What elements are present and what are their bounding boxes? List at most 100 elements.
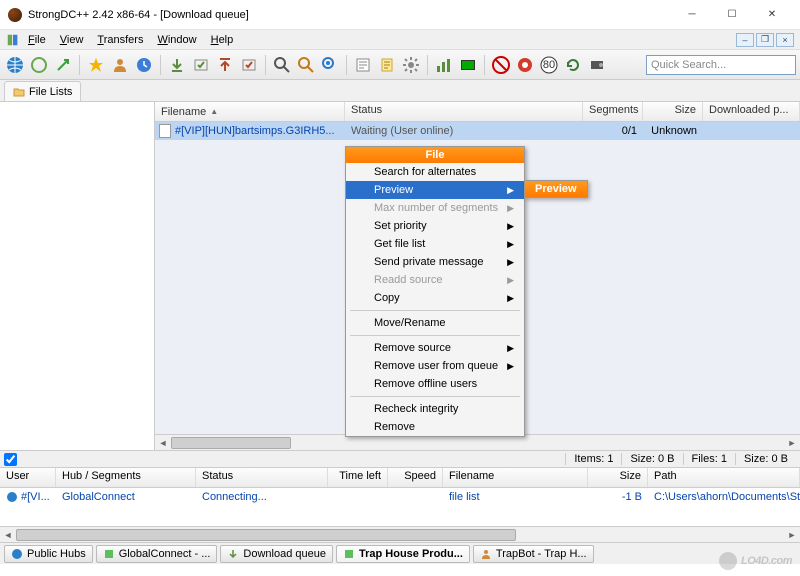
cm-recheck[interactable]: Recheck integrity [346, 400, 524, 418]
col-filename[interactable]: Filename▲ [155, 102, 345, 121]
toolbar-users-icon[interactable] [109, 54, 131, 76]
tabs-row: File Lists [0, 80, 800, 102]
svg-text:80: 80 [543, 59, 555, 71]
toolbar-searchspy-icon[interactable] [319, 54, 341, 76]
tcol-filename[interactable]: Filename [443, 468, 588, 487]
chevron-right-icon: ▶ [507, 203, 514, 214]
menu-help[interactable]: Help [211, 34, 234, 46]
toolbar-netstats-icon[interactable] [433, 54, 455, 76]
col-status[interactable]: Status [345, 102, 583, 121]
transfer-filename: file list [443, 491, 588, 503]
wtab-public-hubs[interactable]: Public Hubs [4, 545, 93, 563]
transfer-row[interactable]: #[VI... GlobalConnect Connecting... file… [0, 488, 800, 506]
cm-remove-offline[interactable]: Remove offline users [346, 375, 524, 393]
transfer-hub: GlobalConnect [56, 491, 196, 503]
toolbar-adlsearch-icon[interactable] [295, 54, 317, 76]
tcol-user[interactable]: User [0, 468, 56, 487]
status-checkbox[interactable] [4, 453, 17, 466]
cm-remove-user[interactable]: Remove user from queue▶ [346, 357, 524, 375]
menubar: FFileile View Transfers Window Help – ❐ … [0, 30, 800, 50]
menu-transfers[interactable]: Transfers [97, 34, 143, 46]
app-icon [8, 8, 22, 22]
scroll-right-icon[interactable]: ► [784, 438, 800, 448]
maximize-button[interactable]: ☐ [712, 1, 752, 29]
toolbar-shutdown-icon[interactable] [514, 54, 536, 76]
transfer-path: C:\Users\ahorn\Documents\Stro... [648, 491, 800, 503]
toolbar-upload-queue-icon[interactable] [214, 54, 236, 76]
col-size[interactable]: Size [643, 102, 703, 121]
submenu-title: Preview [525, 181, 587, 197]
toolbar-queue-icon[interactable] [166, 54, 188, 76]
toolbar-finished-dl-icon[interactable] [190, 54, 212, 76]
toolbar-away-icon[interactable] [490, 54, 512, 76]
status-files: Files: 1 [683, 453, 735, 465]
close-button[interactable]: ✕ [752, 1, 792, 29]
toolbar-winamp-icon[interactable] [586, 54, 608, 76]
wtab-globalconnect[interactable]: GlobalConnect - ... [96, 545, 218, 563]
toolbar-favorites-icon[interactable] [85, 54, 107, 76]
tcol-size[interactable]: Size [588, 468, 648, 487]
toolbar-filelist-icon[interactable] [352, 54, 374, 76]
chevron-right-icon: ▶ [507, 221, 514, 232]
toolbar-refresh-icon[interactable] [562, 54, 584, 76]
tcol-speed[interactable]: Speed [388, 468, 443, 487]
col-downloaded[interactable]: Downloaded p... [703, 102, 800, 121]
queue-size: Unknown [643, 125, 703, 137]
menu-window[interactable]: Window [157, 34, 196, 46]
scroll-thumb[interactable] [16, 529, 516, 541]
scroll-left-icon[interactable]: ◄ [155, 438, 171, 448]
queue-row[interactable]: #[VIP][HUN]bartsimps.G3IRH5... Waiting (… [155, 122, 800, 140]
cm-preview[interactable]: Preview▶ [346, 181, 524, 199]
tab-file-lists[interactable]: File Lists [4, 81, 81, 101]
cm-remove[interactable]: Remove [346, 418, 524, 436]
toolbar-notepad-icon[interactable] [376, 54, 398, 76]
toolbar-recent-icon[interactable] [133, 54, 155, 76]
chevron-right-icon: ▶ [507, 293, 514, 304]
toolbar-search-icon[interactable] [271, 54, 293, 76]
wtab-trapbot[interactable]: TrapBot - Trap H... [473, 545, 594, 563]
scroll-left-icon[interactable]: ◄ [0, 530, 16, 540]
cm-search-alternates[interactable]: Search for alternates [346, 163, 524, 181]
cm-copy[interactable]: Copy▶ [346, 289, 524, 307]
toolbar: 80 Quick Search... [0, 50, 800, 80]
transfers-hscroll[interactable]: ◄ ► [0, 526, 800, 542]
toolbar-finished-ul-icon[interactable] [238, 54, 260, 76]
cm-remove-source[interactable]: Remove source▶ [346, 339, 524, 357]
toolbar-globe-icon[interactable] [4, 54, 26, 76]
menu-file[interactable]: FFileile [28, 34, 46, 46]
cm-get-file-list[interactable]: Get file list▶ [346, 235, 524, 253]
mdiclose-button[interactable]: × [776, 33, 794, 47]
tcol-path[interactable]: Path [648, 468, 800, 487]
transfers-pane: User Hub / Segments Status Time left Spe… [0, 468, 800, 542]
wtab-trap-house[interactable]: Trap House Produ... [336, 545, 470, 563]
mdimin-button[interactable]: – [736, 33, 754, 47]
tcol-status[interactable]: Status [196, 468, 328, 487]
toolbar-follow-icon[interactable] [52, 54, 74, 76]
minimize-button[interactable]: ─ [672, 1, 712, 29]
window-title: StrongDC++ 2.42 x86-64 - [Download queue… [28, 9, 672, 21]
queue-status: Waiting (User online) [345, 125, 583, 137]
tcol-time[interactable]: Time left [328, 468, 388, 487]
hub-icon [103, 548, 115, 560]
col-segments[interactable]: Segments [583, 102, 643, 121]
wtab-download-queue[interactable]: Download queue [220, 545, 333, 563]
globe-icon [11, 548, 23, 560]
context-menu: File Search for alternates Preview▶ Max … [345, 146, 525, 437]
scroll-thumb[interactable] [171, 437, 291, 449]
preview-submenu: Preview [524, 180, 588, 198]
sidebar [0, 102, 155, 450]
toolbar-cdm-icon[interactable] [457, 54, 479, 76]
toolbar-limiter-icon[interactable]: 80 [538, 54, 560, 76]
cm-set-priority[interactable]: Set priority▶ [346, 217, 524, 235]
hub-icon [343, 548, 355, 560]
scroll-right-icon[interactable]: ► [784, 530, 800, 540]
quick-search-input[interactable]: Quick Search... [646, 55, 796, 75]
mdimax-button[interactable]: ❐ [756, 33, 774, 47]
toolbar-reconnect-icon[interactable] [28, 54, 50, 76]
menu-view[interactable]: View [60, 34, 84, 46]
globe-icon [6, 491, 18, 503]
toolbar-settings-icon[interactable] [400, 54, 422, 76]
tcol-hub[interactable]: Hub / Segments [56, 468, 196, 487]
cm-send-pm[interactable]: Send private message▶ [346, 253, 524, 271]
cm-move-rename[interactable]: Move/Rename [346, 314, 524, 332]
